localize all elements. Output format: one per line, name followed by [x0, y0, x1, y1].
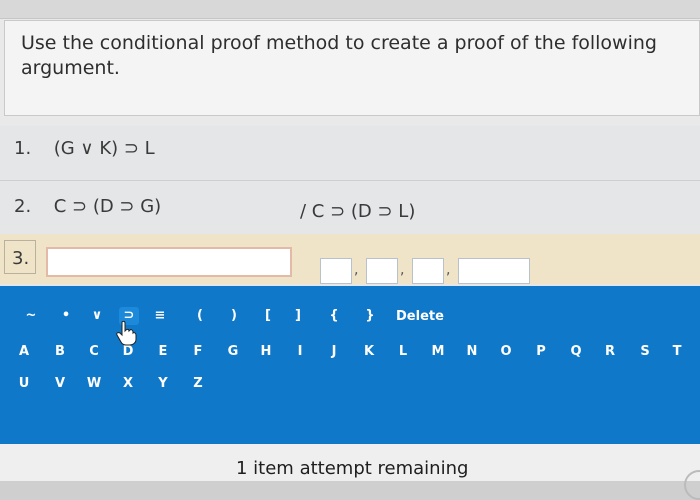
formula-input[interactable] [46, 247, 292, 277]
key-right-paren[interactable]: ) [224, 307, 244, 325]
key-tilde[interactable]: ~ [21, 307, 41, 325]
premise-line-2: 2. C ⊃ (D ⊃ G) [14, 196, 161, 217]
justification-line-input-2[interactable] [366, 258, 398, 284]
key-letter[interactable]: I [290, 343, 310, 361]
key-letter[interactable]: G [223, 343, 243, 361]
conclusion: / C ⊃ (D ⊃ L) [300, 201, 416, 222]
key-wedge[interactable]: ∨ [87, 307, 107, 325]
key-letter[interactable]: U [14, 375, 34, 393]
key-triple-bar[interactable]: ≡ [150, 307, 170, 325]
premise-formula: (G ∨ K) ⊃ L [53, 138, 155, 159]
active-line-number: 3. [12, 248, 30, 269]
line-divider [0, 180, 700, 181]
key-dot[interactable]: • [56, 307, 76, 325]
key-letter[interactable]: Y [153, 375, 173, 393]
instruction-text: Use the conditional proof method to crea… [21, 32, 657, 79]
justification-comma: , [354, 262, 359, 278]
premise-formula: C ⊃ (D ⊃ G) [53, 196, 162, 217]
key-letter[interactable]: T [667, 343, 687, 361]
key-letter[interactable]: W [84, 375, 104, 393]
key-letter[interactable]: Z [188, 375, 208, 393]
hand-pointer-icon [116, 320, 137, 346]
line-number: 1. [14, 138, 32, 159]
key-left-bracket[interactable]: [ [258, 307, 278, 325]
justification-rule-input[interactable] [458, 258, 530, 284]
key-letter[interactable]: X [118, 375, 138, 393]
key-letter[interactable]: C [84, 343, 104, 361]
key-letter[interactable]: F [188, 343, 208, 361]
top-strip [0, 0, 700, 19]
key-right-brace[interactable]: } [360, 307, 380, 325]
key-letter[interactable]: L [393, 343, 413, 361]
key-left-brace[interactable]: { [324, 307, 344, 325]
key-right-bracket[interactable]: ] [288, 307, 308, 325]
key-letter[interactable]: V [50, 375, 70, 393]
justification-line-input-3[interactable] [412, 258, 444, 284]
justification-comma: , [446, 262, 451, 278]
justification-line-input-1[interactable] [320, 258, 352, 284]
key-letter[interactable]: R [600, 343, 620, 361]
premise-line-1: 1. (G ∨ K) ⊃ L [14, 138, 155, 159]
delete-button[interactable]: Delete [396, 309, 444, 324]
key-letter[interactable]: B [50, 343, 70, 361]
attempts-remaining: 1 item attempt remaining [236, 458, 469, 479]
key-letter[interactable]: K [359, 343, 379, 361]
key-letter[interactable]: H [256, 343, 276, 361]
page: Use the conditional proof method to crea… [0, 0, 700, 500]
key-letter[interactable]: A [14, 343, 34, 361]
key-letter[interactable]: J [324, 343, 344, 361]
key-letter[interactable]: P [531, 343, 551, 361]
key-left-paren[interactable]: ( [190, 307, 210, 325]
key-letter[interactable]: M [428, 343, 448, 361]
key-letter[interactable]: O [496, 343, 516, 361]
key-letter[interactable]: E [153, 343, 173, 361]
key-letter[interactable]: Q [566, 343, 586, 361]
justification-comma: , [400, 262, 405, 278]
key-letter[interactable]: N [462, 343, 482, 361]
line-number: 2. [14, 196, 32, 217]
key-letter[interactable]: S [635, 343, 655, 361]
instruction-panel: Use the conditional proof method to crea… [4, 20, 700, 116]
